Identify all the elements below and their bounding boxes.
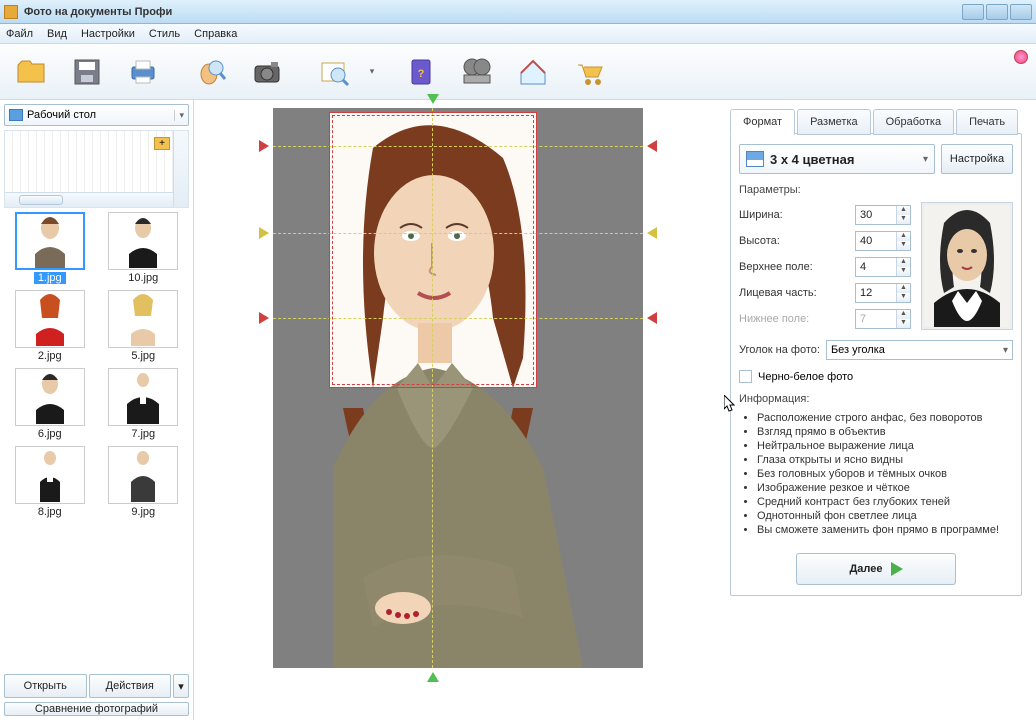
height-label: Высота:: [739, 235, 855, 247]
thumb-8[interactable]: 8.jpg: [6, 446, 94, 518]
format-icon: [746, 151, 764, 167]
next-label: Далее: [849, 563, 882, 575]
thumb-2[interactable]: 2.jpg: [6, 290, 94, 362]
toolbar-search-dropdown[interactable]: ▾: [366, 49, 378, 95]
bottom-label: Нижнее поле:: [739, 313, 855, 325]
toolbar-print[interactable]: [118, 49, 168, 95]
thumbnails: 1.jpg 10.jpg 2.jpg 5.jpg 6.jpg 7.jpg: [4, 208, 189, 670]
marker-l1[interactable]: [259, 140, 269, 152]
top-spinner[interactable]: 4▲▼: [855, 257, 911, 277]
svg-text:?: ?: [418, 68, 425, 80]
menu-help[interactable]: Справка: [194, 28, 237, 40]
thumb-6[interactable]: 6.jpg: [6, 368, 94, 440]
toolbar-save[interactable]: [62, 49, 112, 95]
menu-bar: Файл Вид Настройки Стиль Справка: [0, 24, 1036, 44]
menu-file[interactable]: Файл: [6, 28, 33, 40]
format-value: 3 x 4 цветная: [770, 152, 854, 167]
crop-box[interactable]: [329, 112, 537, 388]
toolbar-open[interactable]: [6, 49, 56, 95]
toolbar-home[interactable]: [508, 49, 558, 95]
bw-label: Черно-белое фото: [758, 371, 853, 383]
tabs: Формат Разметка Обработка Печать: [730, 108, 1022, 134]
marker-r2[interactable]: [647, 227, 657, 239]
toolbar-search[interactable]: [310, 49, 360, 95]
tab-markup[interactable]: Разметка: [797, 109, 871, 135]
tab-format[interactable]: Формат: [730, 109, 795, 135]
bottom-spinner: 7▲▼: [855, 309, 911, 329]
marker-r1[interactable]: [647, 140, 657, 152]
width-label: Ширина:: [739, 209, 855, 221]
toolbar-video[interactable]: [452, 49, 502, 95]
desktop-icon: [9, 109, 23, 121]
marker-top[interactable]: [427, 94, 439, 104]
right-panel: Формат Разметка Обработка Печать 3 x 4 ц…: [722, 100, 1036, 720]
window-titlebar: Фото на документы Профи: [0, 0, 1036, 24]
path-combo[interactable]: Рабочий стол ▾: [4, 104, 189, 126]
corner-value: Без уголка: [831, 344, 885, 356]
marker-r3[interactable]: [647, 312, 657, 324]
bw-checkbox[interactable]: [739, 370, 752, 383]
window-title: Фото на документы Профи: [24, 6, 172, 18]
format-settings-button[interactable]: Настройка: [941, 144, 1013, 174]
top-label: Верхнее поле:: [739, 261, 855, 273]
thumb-5[interactable]: 5.jpg: [100, 290, 188, 362]
path-dropdown-icon: ▾: [174, 110, 184, 121]
menu-view[interactable]: Вид: [47, 28, 67, 40]
next-button[interactable]: Далее: [796, 553, 956, 585]
folder-scroll-h[interactable]: [5, 192, 173, 207]
tab-format-body: 3 x 4 цветная ▾ Настройка Параметры: Шир…: [730, 133, 1022, 596]
corner-combo[interactable]: Без уголка ▾: [826, 340, 1013, 360]
height-spinner[interactable]: 40▲▼: [855, 231, 911, 251]
maximize-button[interactable]: [986, 4, 1008, 20]
preview-thumbnail: [921, 202, 1013, 330]
toolbar-camera[interactable]: [242, 49, 292, 95]
app-icon: [4, 5, 18, 19]
marker-l3[interactable]: [259, 312, 269, 324]
folder-thumb-icon: +: [154, 137, 170, 150]
folder-scroll-v[interactable]: [173, 131, 188, 207]
format-dropdown-icon: ▾: [923, 154, 928, 165]
minimize-button[interactable]: [962, 4, 984, 20]
actions-button[interactable]: Действия: [89, 674, 172, 698]
toolbar-cart[interactable]: [564, 49, 614, 95]
corner-label: Уголок на фото:: [739, 344, 820, 356]
path-label: Рабочий стол: [27, 109, 96, 121]
width-spinner[interactable]: 30▲▼: [855, 205, 911, 225]
menu-settings[interactable]: Настройки: [81, 28, 135, 40]
left-panel: Рабочий стол ▾ + 1.jpg 10.jpg 2.jpg: [0, 100, 194, 720]
marker-l2[interactable]: [259, 227, 269, 239]
params-title: Параметры:: [739, 184, 1013, 196]
thumb-10[interactable]: 10.jpg: [100, 212, 188, 284]
corner-dropdown-icon: ▾: [1003, 345, 1008, 356]
open-button[interactable]: Открыть: [4, 674, 87, 698]
toolbar-zoom[interactable]: [186, 49, 236, 95]
tab-print[interactable]: Печать: [956, 109, 1018, 135]
photo-canvas[interactable]: [273, 108, 643, 668]
face-spinner[interactable]: 12▲▼: [855, 283, 911, 303]
marker-bottom[interactable]: [427, 672, 439, 682]
actions-dropdown[interactable]: ▾: [173, 674, 189, 698]
close-button[interactable]: [1010, 4, 1032, 20]
compare-button[interactable]: Сравнение фотографий: [4, 702, 189, 716]
thumb-9[interactable]: 9.jpg: [100, 446, 188, 518]
folder-tree[interactable]: +: [4, 130, 189, 208]
toolbar-help[interactable]: ?: [396, 49, 446, 95]
toolbar: ▾ ?: [0, 44, 1036, 100]
tab-processing[interactable]: Обработка: [873, 109, 954, 135]
toolbar-close-round[interactable]: [1014, 50, 1028, 64]
format-combo[interactable]: 3 x 4 цветная ▾: [739, 144, 935, 174]
arrow-right-icon: [891, 562, 903, 576]
thumb-1[interactable]: 1.jpg: [6, 212, 94, 284]
face-label: Лицевая часть:: [739, 287, 855, 299]
info-list: Расположение строго анфас, без поворотов…: [739, 411, 1013, 537]
menu-style[interactable]: Стиль: [149, 28, 180, 40]
thumb-7[interactable]: 7.jpg: [100, 368, 188, 440]
canvas-area: [194, 100, 722, 720]
info-title: Информация:: [739, 393, 1013, 405]
